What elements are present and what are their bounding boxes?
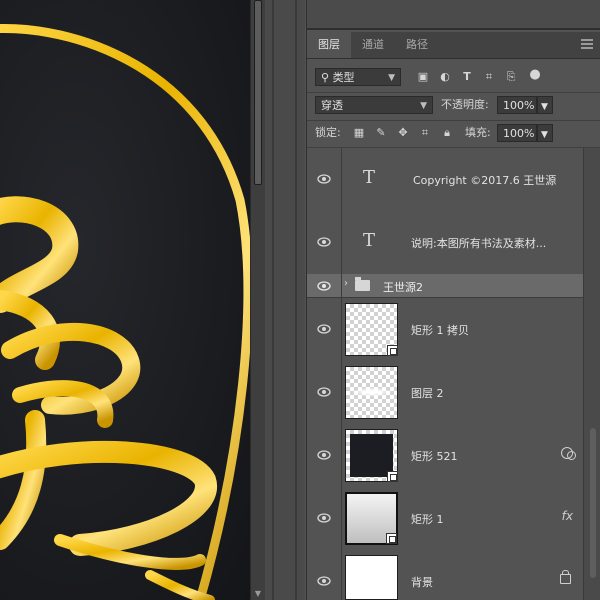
- document-canvas[interactable]: [0, 0, 250, 600]
- visibility-toggle[interactable]: [307, 211, 342, 274]
- eye-icon: [317, 387, 331, 397]
- eye-icon: [317, 237, 331, 247]
- eye-icon: [317, 324, 331, 334]
- type-layer-icon: T: [363, 230, 376, 251]
- shape-badge-icon: [386, 533, 397, 544]
- layer-thumbnail: [345, 303, 398, 356]
- chevron-down-icon: ▼: [420, 101, 427, 111]
- layer-row-rect-521[interactable]: 矩形 521: [307, 424, 583, 488]
- lock-image-pixels-icon[interactable]: ✎: [373, 124, 389, 142]
- filter-row: ⚲ 类型 ▼ ▣ ◐ T ⌗ ⎘ ●: [307, 66, 600, 94]
- lock-icon: [560, 570, 571, 584]
- layer-row-layer2[interactable]: 图层 2: [307, 361, 583, 425]
- blend-mode-value: 穿透: [321, 99, 343, 112]
- visibility-toggle[interactable]: [307, 424, 342, 487]
- shape-filter-icon[interactable]: ⌗: [481, 68, 497, 86]
- chevron-right-icon[interactable]: ›: [344, 278, 348, 289]
- opacity-slider-button[interactable]: ▼: [537, 96, 553, 114]
- scrollbar-thumb[interactable]: [254, 0, 262, 185]
- upper-panel: [307, 0, 600, 30]
- layers-list: T Copyright ©2017.6 王世源 T 说明:本图所有书法及素材..…: [307, 148, 583, 600]
- layer-name: 矩形 1: [411, 513, 444, 526]
- lock-all-icon[interactable]: 🔒︎: [439, 124, 455, 142]
- layer-row-background[interactable]: 背景: [307, 550, 583, 600]
- lock-artboard-icon[interactable]: ⌗: [417, 124, 433, 142]
- fill-label: 填充:: [465, 126, 491, 139]
- chevron-down-icon: ▼: [541, 130, 548, 140]
- layer-name: Copyright ©2017.6 王世源: [413, 174, 557, 187]
- gold-calligraphy-artwork: [0, 24, 250, 600]
- layer-name: 矩形 1 拷贝: [411, 324, 469, 337]
- layer-row-rect-copy[interactable]: 矩形 1 拷贝: [307, 298, 583, 362]
- eye-icon: [317, 450, 331, 460]
- layer-effects-icon[interactable]: fx: [562, 509, 573, 523]
- visibility-toggle[interactable]: [307, 361, 342, 424]
- visibility-toggle[interactable]: [307, 487, 342, 550]
- opacity-label: 不透明度:: [441, 98, 489, 111]
- glow-shape: [352, 387, 392, 397]
- layer-name: 说明:本图所有书法及素材...: [411, 237, 547, 250]
- folder-icon: [355, 277, 370, 291]
- tab-paths[interactable]: 路径: [395, 32, 439, 58]
- eye-icon: [317, 281, 331, 291]
- group-name: 王世源2: [383, 281, 423, 294]
- layer-name: 矩形 521: [411, 450, 458, 463]
- layer-row-description[interactable]: T 说明:本图所有书法及素材...: [307, 211, 583, 275]
- scroll-down-icon[interactable]: ▼: [251, 589, 265, 598]
- lock-label: 锁定:: [315, 126, 341, 139]
- fill-input[interactable]: 100%: [497, 124, 537, 142]
- smart-object-filter-icon[interactable]: ⎘: [503, 68, 519, 86]
- visibility-toggle[interactable]: [307, 148, 342, 211]
- visibility-toggle[interactable]: [307, 550, 342, 600]
- tab-layers[interactable]: 图层: [307, 32, 351, 58]
- type-layer-icon: T: [363, 167, 376, 188]
- image-filter-icon[interactable]: ▣: [415, 68, 431, 86]
- panel-dock-strip: [265, 0, 305, 600]
- layer-thumbnail: [345, 429, 398, 482]
- filter-kind-dropdown[interactable]: ⚲ 类型 ▼: [315, 68, 401, 86]
- opacity-input[interactable]: 100%: [497, 96, 537, 114]
- layer-thumbnail: [345, 366, 398, 419]
- chevron-down-icon: ▼: [388, 73, 395, 83]
- layer-row-rect-1[interactable]: 矩形 1 fx: [307, 487, 583, 551]
- layer-name: 背景: [411, 576, 433, 589]
- dock-divider: [272, 0, 274, 600]
- eye-icon: [317, 576, 331, 586]
- layers-panel: 图层 通道 路径 ⚲ 类型 ▼ ▣ ◐ T ⌗ ⎘ ● 穿透 ▼ 不透明度: 1…: [306, 0, 600, 600]
- layer-thumbnail: [345, 555, 398, 600]
- scrollbar-thumb[interactable]: [590, 428, 596, 578]
- panel-menu-icon[interactable]: [581, 39, 593, 51]
- fill-slider-button[interactable]: ▼: [537, 124, 553, 142]
- tab-channels[interactable]: 通道: [351, 32, 395, 58]
- type-filter-icon[interactable]: T: [459, 68, 475, 86]
- divider: [307, 92, 600, 93]
- layer-row-copyright[interactable]: T Copyright ©2017.6 王世源: [307, 148, 583, 212]
- search-icon: ⚲: [321, 71, 330, 84]
- layer-name: 图层 2: [411, 387, 444, 400]
- canvas-vertical-scrollbar[interactable]: ▼: [250, 0, 265, 600]
- adjustment-filter-icon[interactable]: ◐: [437, 68, 453, 86]
- layer-group-row[interactable]: › 王世源2: [307, 274, 583, 298]
- visibility-toggle[interactable]: [307, 298, 342, 361]
- filter-toggle-icon[interactable]: ●: [527, 66, 543, 84]
- lock-transparent-pixels-icon[interactable]: ▦: [351, 124, 367, 142]
- eye-icon: [317, 513, 331, 523]
- layer-link-icon[interactable]: [561, 447, 576, 460]
- divider: [307, 120, 600, 121]
- shape-badge-icon: [387, 471, 398, 482]
- lock-row: 锁定: ▦ ✎ ✥ ⌗ 🔒︎ 填充: 100% ▼: [307, 122, 600, 150]
- shape-badge-icon: [387, 345, 398, 356]
- dock-divider: [295, 0, 297, 600]
- blend-mode-dropdown[interactable]: 穿透 ▼: [315, 96, 433, 114]
- eye-icon: [317, 174, 331, 184]
- visibility-toggle[interactable]: [307, 274, 342, 297]
- filter-kind-value: 类型: [332, 71, 355, 84]
- lock-position-icon[interactable]: ✥: [395, 124, 411, 142]
- blend-row: 穿透 ▼ 不透明度: 100% ▼: [307, 94, 600, 122]
- layers-scrollbar[interactable]: [583, 148, 600, 600]
- layer-thumbnail: [345, 492, 398, 545]
- chevron-down-icon: ▼: [541, 102, 548, 112]
- panel-tabs: 图层 通道 路径: [307, 32, 600, 59]
